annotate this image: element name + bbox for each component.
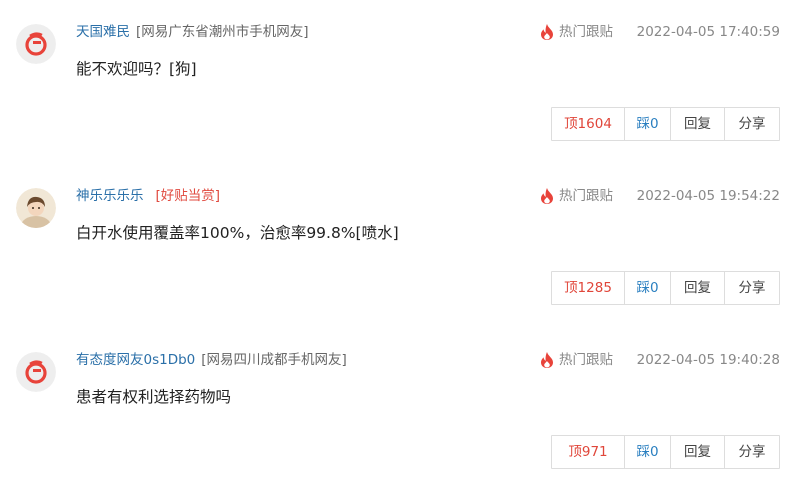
fire-icon <box>541 352 553 368</box>
hot-comment-tag: 热门跟贴 <box>540 186 613 206</box>
share-button[interactable]: 分享 <box>725 108 779 140</box>
comment-text: 患者有权利选择药物吗 <box>76 388 232 406</box>
netease-logo-avatar[interactable] <box>16 352 56 392</box>
username-link[interactable]: 神乐乐乐乐 <box>76 188 144 204</box>
upvote-button[interactable]: 顶1285 <box>552 272 625 304</box>
share-button[interactable]: 分享 <box>725 272 779 304</box>
comment-item: 有态度网友0s1Db0 [网易四川成都手机网友] 热门跟贴 2022-04-05 … <box>0 328 800 492</box>
user-location: [网易广东省潮州市手机网友] <box>136 24 309 40</box>
comment-timestamp: 2022-04-05 17:40:59 <box>636 24 780 40</box>
username-link[interactable]: 天国难民 <box>76 24 130 40</box>
comment-list: 天国难民 [网易广东省潮州市手机网友] 热门跟贴 2022-04-05 17:40… <box>0 0 800 492</box>
comment-actions: 顶1604 踩0 回复 分享 <box>551 107 780 141</box>
hot-comment-label: 热门跟贴 <box>559 188 613 204</box>
hot-comment-label: 热门跟贴 <box>559 352 613 368</box>
comment-item: 神乐乐乐乐 [好贴当赏] 热门跟贴 2022-04-05 19:54:22 白开水… <box>0 164 800 328</box>
user-line: 有态度网友0s1Db0 [网易四川成都手机网友] <box>76 350 347 370</box>
hot-comment-tag: 热门跟贴 <box>540 22 613 42</box>
comment-text: 白开水使用覆盖率100%，治愈率99.8%[喷水] <box>76 224 399 242</box>
user-line: 天国难民 [网易广东省潮州市手机网友] <box>76 22 309 42</box>
hot-comment-tag: 热门跟贴 <box>540 350 613 370</box>
good-post-badge: [好贴当赏] <box>155 188 221 204</box>
reply-button[interactable]: 回复 <box>671 436 725 468</box>
upvote-button[interactable]: 顶1604 <box>552 108 625 140</box>
upvote-button[interactable]: 顶971 <box>552 436 625 468</box>
downvote-button[interactable]: 踩0 <box>625 108 671 140</box>
user-location: [网易四川成都手机网友] <box>201 352 347 368</box>
fire-icon <box>541 24 553 40</box>
hot-comment-label: 热门跟贴 <box>559 24 613 40</box>
comment-timestamp: 2022-04-05 19:40:28 <box>636 352 780 368</box>
user-line: 神乐乐乐乐 [好贴当赏] <box>76 186 220 206</box>
downvote-button[interactable]: 踩0 <box>625 436 671 468</box>
username-link[interactable]: 有态度网友0s1Db0 <box>76 352 195 368</box>
comment-timestamp: 2022-04-05 19:54:22 <box>636 188 780 204</box>
comment-actions: 顶1285 踩0 回复 分享 <box>551 271 780 305</box>
comment-item: 天国难民 [网易广东省潮州市手机网友] 热门跟贴 2022-04-05 17:40… <box>0 0 800 164</box>
netease-logo-avatar[interactable] <box>16 24 56 64</box>
fire-icon <box>541 188 553 204</box>
reply-button[interactable]: 回复 <box>671 108 725 140</box>
comment-text: 能不欢迎吗？[狗] <box>76 60 197 78</box>
comment-actions: 顶971 踩0 回复 分享 <box>551 435 780 469</box>
share-button[interactable]: 分享 <box>725 436 779 468</box>
reply-button[interactable]: 回复 <box>671 272 725 304</box>
downvote-button[interactable]: 踩0 <box>625 272 671 304</box>
user-photo-avatar[interactable] <box>16 188 56 228</box>
